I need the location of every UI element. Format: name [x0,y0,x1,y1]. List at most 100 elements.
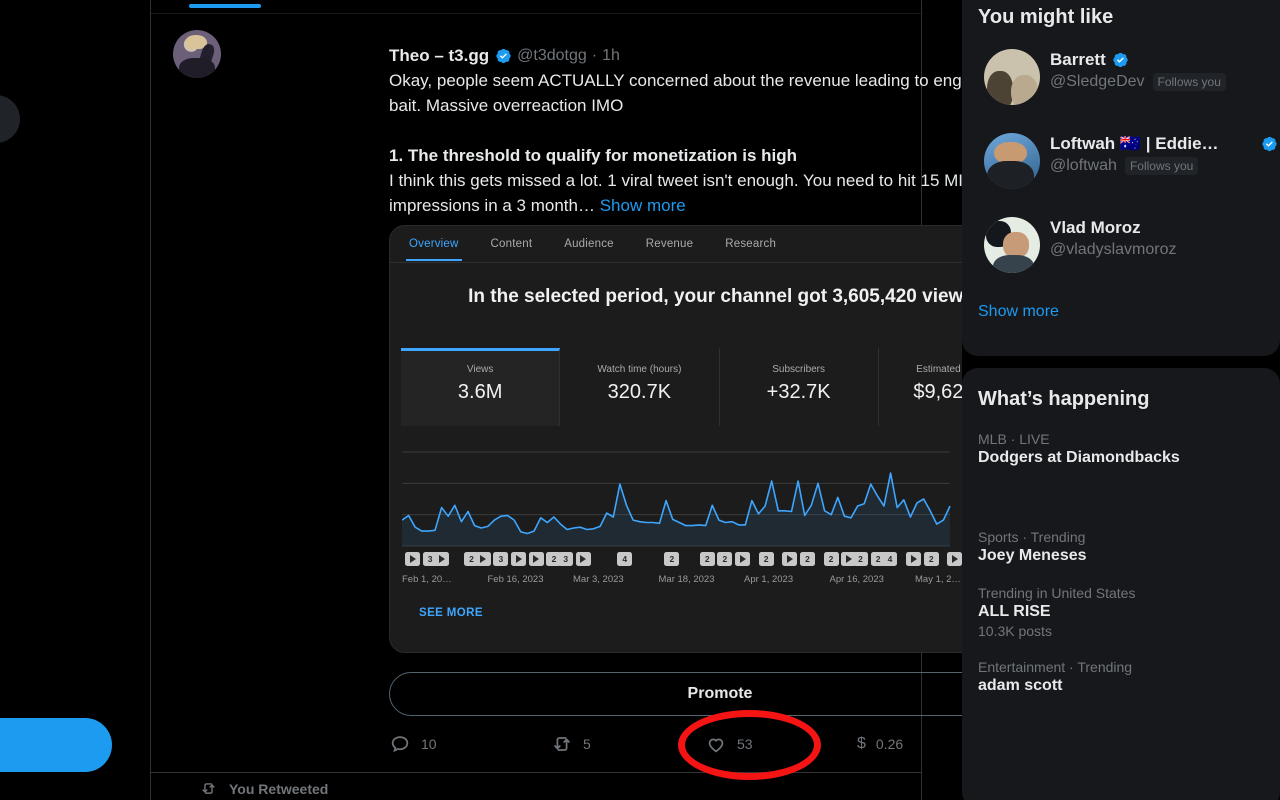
avatar[interactable] [984,133,1040,189]
list-item[interactable]: Barrett @SledgeDev Follows you [962,33,1280,117]
avatar[interactable] [984,49,1040,105]
chart-marker-play-icon[interactable] [906,552,922,566]
panel-title: You might like [978,6,1114,28]
tweet-author-name[interactable]: Theo – t3.gg [389,46,489,66]
x-axis-tick-label: Apr 16, 2023 [829,574,884,585]
chart-marker-count[interactable]: 2 [699,552,715,566]
like-action[interactable]: 53 [705,726,753,762]
retweet-count: 5 [583,736,591,752]
tweet-paragraph-2: I think this gets missed a lot. 1 viral … [389,168,1049,218]
tweet-author-handle[interactable]: @t3dotgg [517,47,587,65]
verified-badge-icon [1262,136,1277,152]
chart-marker-count[interactable]: 3 [558,552,574,566]
revenue-action[interactable]: $ 0.26 [857,726,903,762]
main-timeline-column: Theo – t3.gg @t3dotgg · 1h Okay, people … [150,0,1051,800]
metric-card-row: Views 3.6M Watch time (hours) 320.7K Sub… [401,348,1037,426]
chart-marker-count[interactable]: 2 [823,552,839,566]
trend-item[interactable]: MLB · LIVE Dodgers at Diamondbacks [962,421,1280,509]
chart-marker-play-icon[interactable] [947,552,963,566]
chart-marker-play-icon[interactable] [575,552,591,566]
verified-badge-icon [496,48,511,64]
tab-overview[interactable]: Overview [406,226,462,261]
user-sub-row: @SledgeDev Follows you [1050,73,1260,91]
x-axis-tick-label: Mar 3, 2023 [573,574,624,585]
retweet-action[interactable]: 5 [551,726,591,762]
user-name: Loftwah 🇦🇺 | Eddie… [1050,134,1219,153]
tweet-timestamp[interactable]: 1h [602,47,620,65]
trend-post-count: 10.3K posts [978,623,1052,639]
user-name: Vlad Moroz [1050,218,1141,237]
chart-plot-area [402,451,951,547]
trend-item[interactable]: Entertainment · Trending adam scott [962,643,1280,699]
trend-category: Sports · Trending [978,529,1086,545]
user-sub-row: @loftwah Follows you [1050,157,1260,175]
follows-you-badge: Follows you [1152,73,1226,91]
user-sub-row: @vladyslavmoroz [1050,241,1260,259]
list-item-text: Barrett @SledgeDev Follows you [1050,50,1260,91]
chart-marker-play-icon[interactable] [735,552,751,566]
chart-marker-count[interactable]: 4 [617,552,633,566]
chart-x-axis: Feb 1, 20… Feb 16, 2023 Mar 3, 2023 Mar 18,… [402,574,977,588]
metric-card-subscribers[interactable]: Subscribers +32.7K [720,348,879,426]
tweet-header: Theo – t3.gg @t3dotgg · 1h [389,46,620,66]
list-item-text: Loftwah 🇦🇺 | Eddie… @loftwah Follows you [1050,134,1277,175]
follows-you-badge: Follows you [1124,157,1199,175]
chart-marker-count[interactable]: 3 [493,552,509,566]
metric-card-watch-time[interactable]: Watch time (hours) 320.7K [560,348,720,426]
user-name-row: Barrett [1050,50,1260,70]
tweet-paragraph-2-text: I think this gets missed a lot. 1 viral … [389,171,1013,215]
tab-research[interactable]: Research [722,226,779,261]
promote-button[interactable]: Promote [389,672,1051,716]
chart-marker-count[interactable]: 2 [923,552,939,566]
chart-marker-count[interactable]: 2 [853,552,868,566]
metric-label: Subscribers [772,364,826,375]
x-axis-tick-label: Apr 1, 2023 [744,574,794,585]
tab-audience[interactable]: Audience [561,226,617,261]
analytics-card: Overview Content Audience Revenue Resear… [389,225,1051,653]
reply-count: 10 [421,736,437,752]
trend-item[interactable]: Sports · Trending Joey Meneses [962,509,1280,569]
chart-marker-play-icon[interactable] [475,552,491,566]
avatar[interactable] [173,30,221,78]
retweet-notice: You Retweeted [200,780,328,797]
post-button[interactable] [0,718,112,772]
active-tab-indicator [189,4,261,8]
left-navigation: ons ts es ties rgs [0,0,150,800]
show-more-link[interactable]: Show more [962,285,1280,335]
list-item[interactable]: Loftwah 🇦🇺 | Eddie… @loftwah Follows you [962,117,1280,201]
chart-marker-count[interactable]: 2 [799,552,815,566]
retweet-icon [554,737,570,751]
header-divider [151,13,923,14]
chart-marker-count[interactable]: 2 [758,552,774,566]
show-more-link[interactable]: Show more [600,196,686,215]
user-handle: @vladyslavmoroz [1050,241,1177,258]
trend-name: ALL RISE [978,603,1051,620]
chart-marker-count[interactable]: 4 [882,552,898,566]
chart-marker-count[interactable]: 2 [717,552,733,566]
you-might-like-panel: You might like Barrett @SledgeDev Follow… [962,0,1280,356]
reply-action[interactable]: 10 [389,726,437,762]
chart-marker-play-icon[interactable] [511,552,527,566]
trend-item[interactable]: Trending in United States ALL RISE 10.3K… [962,569,1280,643]
x-axis-tick-label: Feb 1, 20… [402,574,452,585]
avatar[interactable] [984,217,1040,273]
metric-value: 320.7K [607,381,672,403]
see-more-link[interactable]: SEE MORE [419,607,483,619]
x-axis-tick-label: Feb 16, 2023 [487,574,544,585]
user-handle: @SledgeDev [1050,73,1145,90]
trend-name: Dodgers at Diamondbacks [978,449,1180,466]
chart-marker-play-icon[interactable] [405,552,420,566]
verified-badge-icon [1113,52,1128,68]
chart-marker-play-icon[interactable] [528,552,544,566]
chart-marker-count[interactable]: 2 [664,552,680,566]
chart-marker-row: 3232342222222242 [405,552,975,568]
metric-card-views[interactable]: Views 3.6M [401,348,561,426]
like-count: 53 [737,736,753,752]
tab-content[interactable]: Content [488,226,536,261]
chart-marker-play-icon[interactable] [434,552,450,566]
right-sidebar: You might like Barrett @SledgeDev Follow… [962,0,1280,800]
tab-revenue[interactable]: Revenue [643,226,696,261]
list-item[interactable]: Vlad Moroz @vladyslavmoroz [962,201,1280,285]
chart-marker-play-icon[interactable] [782,552,798,566]
